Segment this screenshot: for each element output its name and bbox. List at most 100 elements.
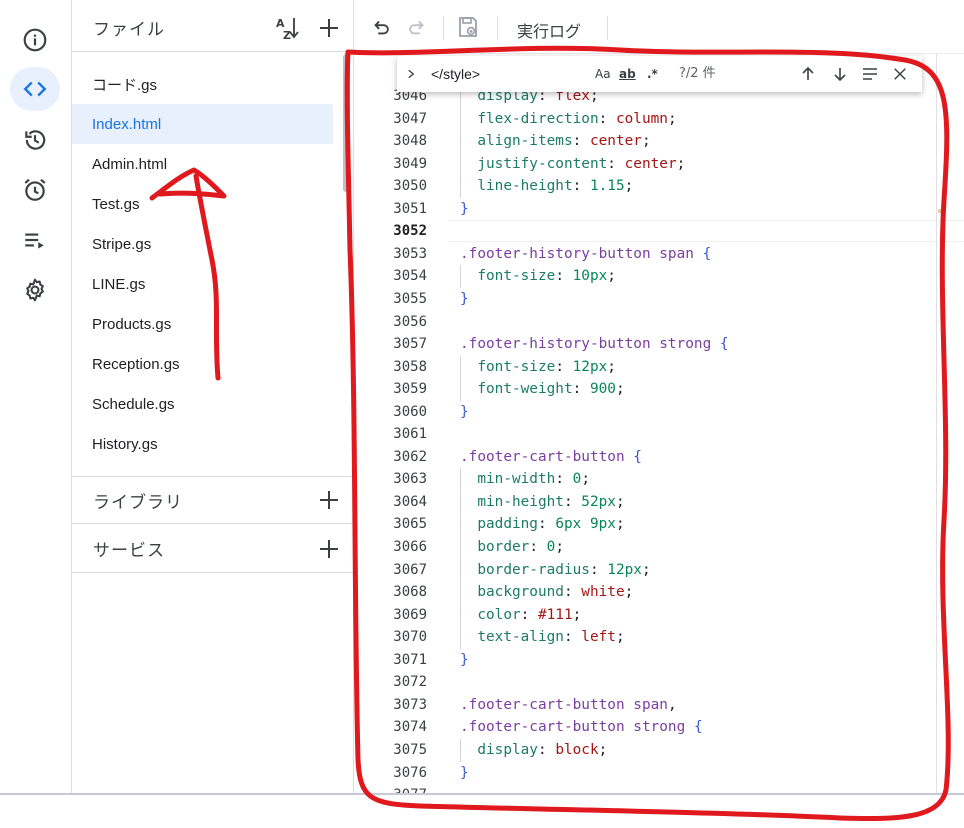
add-library-button[interactable] <box>316 487 342 513</box>
code-token: ; <box>624 178 634 194</box>
code-token: ; <box>607 268 616 284</box>
indent-guide <box>460 626 461 649</box>
close-find-button[interactable] <box>889 63 911 85</box>
code-token: #111 <box>537 607 573 623</box>
code-editor[interactable]: 3304630473048304930503051305230533054305… <box>355 54 964 793</box>
code-line[interactable]: justify-content: center; <box>460 153 685 175</box>
redo-button[interactable] <box>405 15 429 39</box>
code-token: block <box>555 742 599 758</box>
file-item-schedule-gs[interactable]: Schedule.gs <box>72 384 333 424</box>
previous-match-button[interactable] <box>797 63 819 85</box>
code-token: : <box>563 584 582 600</box>
line-number: 3057 <box>393 336 427 352</box>
code-line[interactable]: border: 0; <box>460 536 564 558</box>
save-button[interactable] <box>456 15 480 39</box>
code-line[interactable]: background: white; <box>460 581 633 603</box>
file-item-products-gs[interactable]: Products.gs <box>72 304 333 344</box>
regex-toggle[interactable]: .* <box>647 64 658 84</box>
code-line[interactable]: flex-direction: column; <box>460 108 677 130</box>
sort-az-icon[interactable]: A Z <box>274 14 302 42</box>
file-list-scrollbar[interactable] <box>343 54 350 192</box>
match-count: ?/2 件 <box>679 66 716 81</box>
code-line[interactable]: min-height: 52px; <box>460 491 624 513</box>
code-token: : <box>555 471 573 487</box>
file-item-history-gs[interactable]: History.gs <box>72 424 333 464</box>
code-token: 1.15 <box>589 178 625 194</box>
code-line[interactable]: line-height: 1.15; <box>460 175 633 197</box>
files-title: ファイル <box>93 20 165 40</box>
file-item-admin-html[interactable]: Admin.html <box>72 144 333 184</box>
settings-button[interactable] <box>10 268 60 312</box>
undo-button[interactable] <box>369 15 393 39</box>
code-line[interactable]: color: #111; <box>460 604 581 626</box>
line-number: 3071 <box>393 652 427 668</box>
triggers-button[interactable] <box>10 168 60 212</box>
file-item-test-gs[interactable]: Test.gs <box>72 184 333 224</box>
code-line[interactable]: .footer-cart-button span, <box>460 694 677 716</box>
code-line[interactable]: } <box>460 198 469 220</box>
add-file-button[interactable] <box>316 15 342 41</box>
code-line[interactable]: .footer-cart-button { <box>460 446 642 468</box>
executions-icon <box>25 233 44 249</box>
toolbar-divider <box>607 16 608 40</box>
code-line[interactable]: padding: 6px 9px; <box>460 513 624 535</box>
line-number: 3059 <box>393 381 427 397</box>
whole-word-toggle[interactable]: ab <box>619 64 636 84</box>
code-line[interactable]: text-align: left; <box>460 626 625 648</box>
code-line[interactable]: font-size: 12px; <box>460 356 616 378</box>
overview-button[interactable] <box>10 18 60 62</box>
add-service-button[interactable] <box>316 536 342 562</box>
find-in-selection-button[interactable] <box>859 63 881 85</box>
executions-button[interactable] <box>10 218 60 262</box>
code-token: ; <box>581 471 590 487</box>
editor-button[interactable] <box>10 67 60 111</box>
code-token: color <box>460 607 521 623</box>
code-line[interactable]: min-width: 0; <box>460 468 590 490</box>
code-line[interactable]: .footer-history-button span { <box>460 243 711 265</box>
code-line[interactable]: } <box>460 288 469 310</box>
code-line[interactable]: } <box>460 401 469 423</box>
line-number: 3055 <box>393 291 427 307</box>
next-match-button[interactable] <box>829 63 851 85</box>
code-line[interactable]: font-size: 10px; <box>460 265 616 287</box>
code-token: line-height <box>460 178 573 194</box>
code-line[interactable]: display: block; <box>460 739 607 761</box>
code-line[interactable]: align-items: center; <box>460 130 651 152</box>
code-line[interactable]: } <box>460 649 469 671</box>
find-widget: </style> Aa ab .* ?/2 件 <box>397 56 922 92</box>
code-token: .footer-cart-button span <box>460 697 668 713</box>
triggers-history-button[interactable] <box>10 118 60 162</box>
toggle-replace-button[interactable] <box>403 65 419 83</box>
code-token: : <box>537 742 556 758</box>
file-item-stripe-gs[interactable]: Stripe.gs <box>72 224 333 264</box>
code-token: : <box>572 178 590 194</box>
code-line[interactable]: border-radius: 12px; <box>460 559 650 581</box>
code-token: 52px <box>581 494 616 510</box>
code-token: ; <box>624 584 634 600</box>
file-item-reception-gs[interactable]: Reception.gs <box>72 344 333 384</box>
code-token: ; <box>676 156 686 172</box>
current-line-highlight <box>448 220 964 242</box>
code-token: ; <box>641 133 651 149</box>
code-token: ; <box>607 359 616 375</box>
file-item-line-gs[interactable]: LINE.gs <box>72 264 333 304</box>
info-icon <box>23 28 47 52</box>
plus-icon <box>320 18 338 37</box>
code-token: ; <box>667 111 677 127</box>
code-line[interactable]: .footer-history-button strong { <box>460 333 729 355</box>
code-token: { <box>633 449 642 465</box>
code-token: : <box>555 268 573 284</box>
indent-guide <box>460 356 461 379</box>
code-line[interactable]: } <box>460 762 469 784</box>
run-log-button[interactable]: 実行ログ <box>517 18 581 42</box>
match-case-toggle[interactable]: Aa <box>595 64 611 84</box>
arrow-up-icon <box>802 66 814 80</box>
file-item-index-html[interactable]: Index.html <box>72 104 333 144</box>
code-token: ; <box>615 629 625 645</box>
code-line[interactable]: .footer-cart-button strong { <box>460 716 703 738</box>
file-item-code-gs[interactable]: コード.gs <box>72 64 333 104</box>
indent-guide <box>460 108 461 131</box>
arrow-down-icon <box>834 68 846 82</box>
indent-guide <box>460 581 461 604</box>
code-line[interactable]: font-weight: 900; <box>460 378 624 400</box>
